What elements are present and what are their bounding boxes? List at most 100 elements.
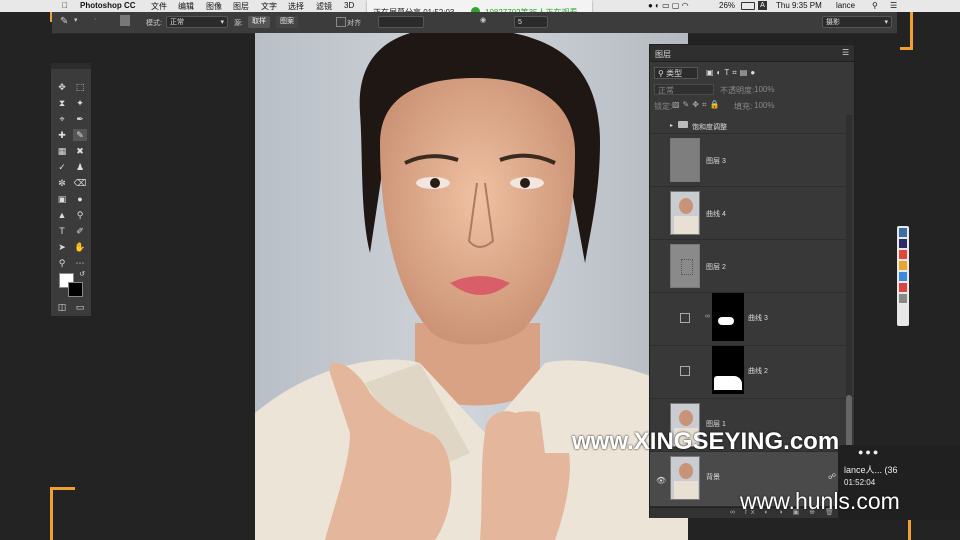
workspace-select[interactable]: 摄影 ▾ xyxy=(822,16,892,28)
eyedropper-tool-icon[interactable]: ✒ xyxy=(73,113,87,125)
layer-row[interactable]: ∞ 曲线 3 xyxy=(650,293,846,346)
notification-title: lance人... (36 xyxy=(844,465,898,475)
more-tools-icon[interactable]: ⋯ xyxy=(73,257,87,269)
panel-menu-icon[interactable]: ☰ xyxy=(842,48,849,57)
layer-name: 图层 2 xyxy=(706,264,726,271)
dock-app-icon[interactable] xyxy=(899,250,907,259)
dock-app-icon[interactable] xyxy=(899,239,907,248)
document-canvas[interactable] xyxy=(255,33,688,540)
marquee-tool-icon[interactable]: ⬚ xyxy=(73,81,87,93)
menubar-clock[interactable]: Thu 9:35 PM xyxy=(776,1,822,10)
screen-mode-icon[interactable]: ▭ xyxy=(73,301,87,313)
brush-tool-icon[interactable]: ✎ xyxy=(60,16,68,27)
dock-app-icon[interactable] xyxy=(899,283,907,292)
sample-button[interactable]: 取样 xyxy=(248,16,270,28)
swap-colors-icon[interactable]: ↺ xyxy=(75,269,89,281)
tool-preset-chevron-icon[interactable]: ▾ xyxy=(74,16,78,24)
curves-adjustment-icon xyxy=(680,313,690,323)
crop-tool-icon[interactable]: ⌖ xyxy=(55,113,69,125)
move-tool-icon[interactable]: ✥ xyxy=(55,81,69,93)
zoom-tool-icon[interactable]: ⚲ xyxy=(55,257,69,269)
clone-source-icon[interactable] xyxy=(120,15,130,26)
source-label: 源: xyxy=(234,20,243,27)
menu-type[interactable]: 文字 xyxy=(261,1,277,12)
dock-app-icon[interactable] xyxy=(899,228,907,237)
eye-visibility-icon[interactable]: 👁 xyxy=(656,476,666,485)
notification-center-icon[interactable]: ☰ xyxy=(890,1,897,10)
mode-select[interactable]: 正常 ▾ xyxy=(166,16,228,28)
brush-size-icon[interactable]: · xyxy=(94,16,96,23)
stamp-tool-icon[interactable]: ♟ xyxy=(73,161,87,173)
input-source-icon[interactable]: A xyxy=(758,1,767,10)
active-brush-tool-icon[interactable]: ✎ xyxy=(73,129,87,141)
apple-icon[interactable]:  xyxy=(62,1,68,10)
blend-mode-select[interactable]: 正常 xyxy=(654,84,714,95)
layer-row[interactable]: 曲线 4 xyxy=(650,187,846,240)
layer-mask-thumbnail[interactable] xyxy=(712,346,744,394)
layer-row[interactable]: 图层 2 xyxy=(650,240,846,293)
history-brush-tool-icon[interactable]: ✖ xyxy=(73,145,87,157)
pressure-icon[interactable]: ◉ xyxy=(480,16,486,24)
layers-panel-header[interactable]: 图层 ☰ xyxy=(650,45,854,62)
menu-3d[interactable]: 3D xyxy=(344,1,354,10)
notification-time: 01:52:04 xyxy=(844,478,876,487)
sample-layer-select[interactable] xyxy=(378,16,424,28)
layers-panel-title: 图层 xyxy=(655,50,671,59)
layer-filter-icons[interactable]: ▣◐T⌗▤● xyxy=(706,68,758,78)
menu-layer[interactable]: 图层 xyxy=(233,1,249,12)
art-history-tool-icon[interactable]: ✼ xyxy=(55,177,69,189)
diffusion-select[interactable]: 5 xyxy=(514,16,548,28)
curves-adjustment-icon xyxy=(680,366,690,376)
dodge-tool-icon[interactable]: ⚲ xyxy=(73,209,87,221)
menu-file[interactable]: 文件 xyxy=(151,1,167,12)
search-icon[interactable]: ⚲ xyxy=(872,1,878,10)
menu-app-name[interactable]: Photoshop CC xyxy=(80,1,136,10)
blur-tool-icon[interactable]: ● xyxy=(73,193,87,205)
align-checkbox[interactable] xyxy=(336,17,346,27)
chevron-right-icon[interactable]: ▸ xyxy=(670,122,673,129)
layer-thumbnail xyxy=(670,456,700,500)
clone-stamp-tool-icon[interactable]: ▦ xyxy=(55,145,69,157)
healing-brush-tool-icon[interactable]: ✚ xyxy=(55,129,69,141)
menubar-user[interactable]: lance xyxy=(836,1,855,10)
layer-mask-thumbnail[interactable] xyxy=(712,293,744,341)
dock-app-icon[interactable] xyxy=(899,261,907,270)
frame-corner-bl xyxy=(50,487,75,540)
battery-percent[interactable]: 26% xyxy=(719,1,735,10)
path-select-tool-icon[interactable]: ➤ xyxy=(55,241,69,253)
gradient-tool-icon[interactable]: ▣ xyxy=(55,193,69,205)
quick-mask-icon[interactable]: ◫ xyxy=(55,301,69,313)
menu-filter[interactable]: 滤镜 xyxy=(316,1,332,12)
lasso-tool-icon[interactable]: ⧗ xyxy=(55,97,69,109)
layer-filter-select[interactable]: ⚲ 类型 xyxy=(654,67,698,79)
pattern-button[interactable]: 图案 xyxy=(276,16,298,28)
layer-row-group[interactable]: ▸ 饱和度调整 xyxy=(650,119,846,134)
toolbox-header[interactable] xyxy=(51,63,91,69)
quick-select-tool-icon[interactable]: ✦ xyxy=(73,97,87,109)
hand-tool-icon[interactable]: ✋ xyxy=(73,241,87,253)
pen-tool-icon[interactable]: ✐ xyxy=(73,225,87,237)
type-tool-icon[interactable]: T xyxy=(55,225,69,237)
tool-options-bar: ✎ ▾ · 模式: 正常 ▾ 源: 取样 图案 对齐 ◉ 5 摄影 ▾ xyxy=(52,12,897,34)
sharpen-tool-icon[interactable]: ▲ xyxy=(55,209,69,221)
trash-icon[interactable] xyxy=(899,294,907,303)
fill-value[interactable]: 100% xyxy=(754,101,774,110)
status-icons[interactable]: ● ◐ ▭ ▢ ◠ xyxy=(648,1,689,10)
menu-edit[interactable]: 编辑 xyxy=(178,1,194,12)
layer-row[interactable]: 图层 3 xyxy=(650,134,846,187)
watermark-xingseying: www.XINGSEYING.com xyxy=(572,428,840,455)
diffusion-value: 5 xyxy=(518,19,522,26)
brush-tool-icon[interactable]: ✓ xyxy=(55,161,69,173)
opacity-value[interactable]: 100% xyxy=(754,85,774,94)
layer-row[interactable]: 曲线 2 xyxy=(650,346,846,399)
dock-app-icon[interactable] xyxy=(899,272,907,281)
workspace-value: 摄影 xyxy=(826,19,840,26)
link-icon: ∞ xyxy=(705,313,710,320)
background-color-swatch[interactable] xyxy=(68,282,83,297)
layer-name: 曲线 4 xyxy=(706,211,726,218)
menu-select[interactable]: 选择 xyxy=(288,1,304,12)
menu-image[interactable]: 图像 xyxy=(206,1,222,12)
lock-icons[interactable]: ▨✎✥⌗🔒 xyxy=(672,100,722,110)
eraser-tool-icon[interactable]: ⌫ xyxy=(73,177,87,189)
chevron-down-icon: ▾ xyxy=(884,19,888,26)
